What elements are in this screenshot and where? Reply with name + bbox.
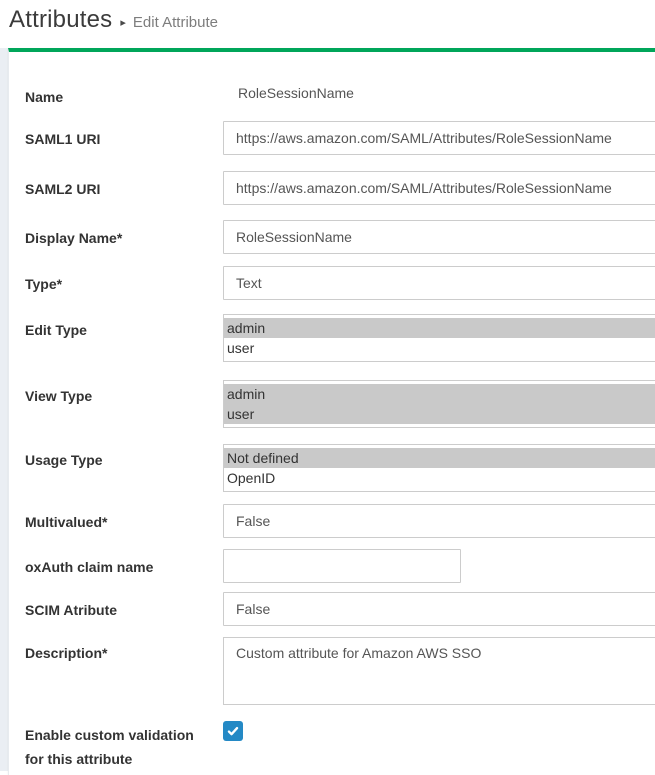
form-row-description: Description*Custom attribute for Amazon … xyxy=(9,637,655,638)
field-label-display-name: Display Name* xyxy=(25,226,211,250)
form-row-edit-type: Edit Typeadminuser xyxy=(9,314,655,315)
view-type-option-0[interactable]: admin xyxy=(224,384,655,404)
field-label-type: Type* xyxy=(25,272,211,296)
oxauth-claim-name-input[interactable] xyxy=(223,549,461,583)
field-label-scim-atribute: SCIM Atribute xyxy=(25,598,211,622)
field-label-saml1-uri: SAML1 URI xyxy=(25,127,211,151)
scim-atribute-input[interactable] xyxy=(223,592,655,626)
form-row-view-type: View Typeadminuser xyxy=(9,380,655,381)
field-control-saml1-uri xyxy=(223,121,655,155)
form-row-name: NameRoleSessionName xyxy=(9,85,655,86)
form-row-multivalued: Multivalued* xyxy=(9,504,655,505)
saml2-uri-input[interactable] xyxy=(223,171,655,205)
page-header: Attributes ▸ Edit Attribute xyxy=(9,6,218,34)
field-control-edit-type: adminuser xyxy=(223,314,655,362)
field-control-saml2-uri xyxy=(223,171,655,205)
field-label-multivalued: Multivalued* xyxy=(25,510,211,534)
field-value-name: RoleSessionName xyxy=(238,85,354,101)
display-name-input[interactable] xyxy=(223,220,655,254)
custom-validation-checkbox[interactable] xyxy=(223,721,243,741)
saml1-uri-input[interactable] xyxy=(223,121,655,155)
form-row-custom-validation: Enable custom validation for this attrib… xyxy=(9,721,655,722)
view-type-listbox[interactable]: adminuser xyxy=(223,380,655,428)
type-input[interactable] xyxy=(223,266,655,300)
form-row-saml1-uri: SAML1 URI xyxy=(9,121,655,122)
field-control-description: Custom attribute for Amazon AWS SSO xyxy=(223,637,655,705)
multivalued-input[interactable] xyxy=(223,504,655,538)
field-label-saml2-uri: SAML2 URI xyxy=(25,177,211,201)
breadcrumb-arrow-icon: ▸ xyxy=(120,16,126,29)
form-row-display-name: Display Name* xyxy=(9,220,655,221)
form-row-saml2-uri: SAML2 URI xyxy=(9,171,655,172)
field-control-custom-validation xyxy=(223,721,243,741)
field-label-custom-validation: Enable custom validation for this attrib… xyxy=(25,723,211,771)
field-control-oxauth-claim-name xyxy=(223,549,461,583)
field-control-usage-type: Not definedOpenID xyxy=(223,444,655,492)
field-label-edit-type: Edit Type xyxy=(25,318,211,342)
field-control-type xyxy=(223,266,655,300)
field-control-scim-atribute xyxy=(223,592,655,626)
field-control-display-name xyxy=(223,220,655,254)
field-label-name: Name xyxy=(25,85,211,109)
form-row-type: Type* xyxy=(9,266,655,267)
field-control-view-type: adminuser xyxy=(223,380,655,428)
description-textarea[interactable]: Custom attribute for Amazon AWS SSO xyxy=(223,637,655,705)
field-label-description: Description* xyxy=(25,641,211,665)
usage-type-option-0[interactable]: Not defined xyxy=(224,448,655,468)
edit-attribute-panel: NameRoleSessionNameSAML1 URISAML2 URIDis… xyxy=(8,48,655,775)
view-type-option-1[interactable]: user xyxy=(224,404,655,424)
field-label-oxauth-claim-name: oxAuth claim name xyxy=(25,555,211,579)
edit-type-option-1[interactable]: user xyxy=(224,338,655,358)
page-subtitle: Edit Attribute xyxy=(133,14,218,31)
form-row-scim-atribute: SCIM Atribute xyxy=(9,592,655,593)
usage-type-option-1[interactable]: OpenID xyxy=(224,468,655,488)
edit-type-option-0[interactable]: admin xyxy=(224,318,655,338)
check-icon xyxy=(226,724,240,738)
form-row-oxauth-claim-name: oxAuth claim name xyxy=(9,549,655,550)
page-title: Attributes xyxy=(9,6,112,34)
edit-type-listbox[interactable]: adminuser xyxy=(223,314,655,362)
field-control-multivalued xyxy=(223,504,655,538)
usage-type-listbox[interactable]: Not definedOpenID xyxy=(223,444,655,492)
field-label-view-type: View Type xyxy=(25,384,211,408)
form-row-usage-type: Usage TypeNot definedOpenID xyxy=(9,444,655,445)
page-gutter xyxy=(0,48,8,771)
field-label-usage-type: Usage Type xyxy=(25,448,211,472)
